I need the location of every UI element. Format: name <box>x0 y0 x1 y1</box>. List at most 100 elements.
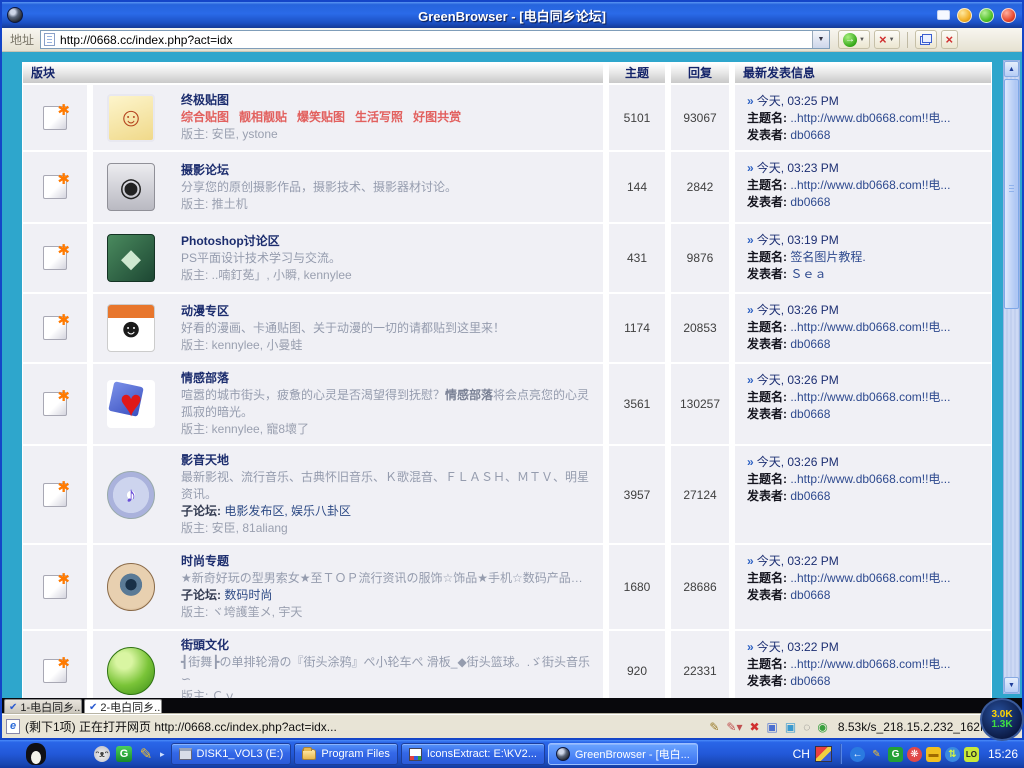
minimize-button[interactable] <box>957 8 972 23</box>
cartoon-character-icon[interactable]: ☻ <box>107 304 155 352</box>
stop-images-button[interactable]: × ▼ <box>874 30 900 49</box>
eye-photo-icon[interactable] <box>107 563 155 611</box>
pen-launcher-icon[interactable]: ✎ <box>138 746 154 762</box>
close-button[interactable] <box>1001 8 1016 23</box>
vertical-scrollbar[interactable]: ▲ ▼ <box>1003 60 1020 694</box>
latest-poster-link[interactable]: db0668 <box>790 588 830 602</box>
heart-icon[interactable]: ♥ <box>107 380 155 428</box>
latest-poster-link[interactable]: db0668 <box>790 674 830 688</box>
latest-arrow-icon[interactable]: » <box>747 303 754 317</box>
forum-title-link[interactable]: 情感部落 <box>181 370 597 387</box>
latest-topic-link[interactable]: ..http://www.db0668.com!!电... <box>790 178 950 192</box>
latest-topic-link[interactable]: ..http://www.db0668.com!!电... <box>790 472 950 486</box>
latest-topic-link[interactable]: ..http://www.db0668.com!!电... <box>790 320 950 334</box>
subforum-links[interactable]: 数码时尚 <box>224 588 272 602</box>
latest-poster-link[interactable]: db0668 <box>790 195 830 209</box>
stop-dropdown-icon[interactable]: ▼ <box>889 37 895 43</box>
address-url[interactable]: http://0668.cc/index.php?act=idx <box>60 33 232 47</box>
forum-sublink[interactable]: 综合贴图 <box>181 110 229 124</box>
latest-topic-link[interactable]: 签名图片教程. <box>790 250 865 264</box>
close-page-button[interactable]: × <box>941 30 959 49</box>
latest-arrow-icon[interactable]: » <box>747 94 754 108</box>
forum-title-link[interactable]: 时尚专题 <box>181 553 583 570</box>
santa-cartoon-icon[interactable]: ☺ <box>107 94 155 142</box>
moderator-names[interactable]: kennylee, 小曼蛙 <box>212 338 303 352</box>
tray-updown-icon[interactable]: ⇅ <box>945 747 960 762</box>
latest-arrow-icon[interactable]: » <box>747 640 754 654</box>
latest-topic-link[interactable]: ..http://www.db0668.com!!电... <box>790 111 950 125</box>
forum-sublink[interactable]: 靓相靓贴 <box>239 110 287 124</box>
new-window-icon[interactable]: ▣ <box>767 720 778 734</box>
hand-drag-icon[interactable]: ◌ <box>803 720 810 734</box>
download-window-icon[interactable]: ▣ <box>785 720 796 734</box>
scroll-down-icon[interactable]: ▼ <box>1004 677 1019 693</box>
net-speed-gauge[interactable]: 3.0K 1.3K <box>980 698 1024 741</box>
moderator-names[interactable]: Ｃｙ <box>212 689 236 698</box>
scroll-up-icon[interactable]: ▲ <box>1004 61 1019 77</box>
latest-arrow-icon[interactable]: » <box>747 455 754 469</box>
edit-icon[interactable]: ✎ <box>709 720 719 734</box>
latest-topic-link[interactable]: ..http://www.db0668.com!!电... <box>790 390 950 404</box>
music-cd-icon[interactable]: ♪ <box>107 471 155 519</box>
latest-topic-link[interactable]: ..http://www.db0668.com!!电... <box>790 571 950 585</box>
latest-arrow-icon[interactable]: » <box>747 554 754 568</box>
go-dropdown-icon[interactable]: ▼ <box>859 37 865 43</box>
scrollbar-thumb[interactable] <box>1004 79 1019 309</box>
latest-poster-link[interactable]: db0668 <box>790 407 830 421</box>
moderator-names[interactable]: 安臣, ystone <box>212 127 278 141</box>
latest-arrow-icon[interactable]: » <box>747 373 754 387</box>
start-penguin-icon[interactable] <box>26 743 46 765</box>
latest-poster-link[interactable]: db0668 <box>790 489 830 503</box>
titlebar-panel-button[interactable] <box>937 10 950 20</box>
latest-poster-link[interactable]: db0668 <box>790 337 830 351</box>
language-bar-icon[interactable] <box>815 746 832 762</box>
address-input[interactable]: http://0668.cc/index.php?act=idx ▼ <box>40 30 830 49</box>
latest-arrow-icon[interactable]: » <box>747 233 754 247</box>
browser-tab[interactable]: ✔2-电白同乡... <box>84 699 162 714</box>
latest-arrow-icon[interactable]: » <box>747 161 754 175</box>
taskbar-button[interactable]: IconsExtract: E:\KV2... <box>401 743 545 765</box>
taskbar-button[interactable]: DISK1_VOL3 (E:) <box>171 743 292 765</box>
cat-launcher-icon[interactable]: ᵔᴥᵔ <box>94 746 110 762</box>
stop-icon[interactable]: ✖ <box>749 720 759 734</box>
forum-sublink[interactable]: 生活写照 <box>355 110 403 124</box>
forum-title-link[interactable]: 影音天地 <box>181 452 597 469</box>
tray-greenbrowser-icon[interactable]: G <box>888 747 903 762</box>
green-slime-icon[interactable] <box>107 647 155 695</box>
forum-title-link[interactable]: 摄影论坛 <box>181 162 457 179</box>
camera-icon[interactable]: ◉ <box>107 163 155 211</box>
moderator-names[interactable]: 安臣, 81aliang <box>212 521 288 535</box>
greenbrowser-launcher-icon[interactable]: G <box>116 746 132 762</box>
address-dropdown-icon[interactable]: ▼ <box>812 31 829 48</box>
latest-topic-link[interactable]: ..http://www.db0668.com!!电... <box>790 657 950 671</box>
tray-lock-icon[interactable]: ▬ <box>926 747 941 762</box>
cascade-windows-button[interactable] <box>915 30 937 49</box>
forum-title-link[interactable]: 终极贴图 <box>181 92 471 109</box>
tray-lo-icon[interactable]: LO <box>964 747 979 762</box>
forum-title-link[interactable]: 动漫专区 <box>181 303 505 320</box>
forum-title-link[interactable]: Photoshop讨论区 <box>181 233 352 250</box>
browser-tab[interactable]: ✔1-电白同乡... <box>4 699 82 714</box>
subforum-links[interactable]: 电影发布区, 娱乐八卦区 <box>224 504 351 518</box>
latest-poster-link[interactable]: Ｓｅａ <box>790 267 826 281</box>
moderator-names[interactable]: 推土机 <box>212 197 248 211</box>
forum-sublink[interactable]: 好图共赏 <box>413 110 461 124</box>
taskbar-button[interactable]: GreenBrowser - [电白... <box>548 743 698 765</box>
proxy-globe-icon[interactable]: ◉ <box>817 720 827 734</box>
forum-title-link[interactable]: 街頭文化 <box>181 637 597 654</box>
highlighter-dropdown-icon[interactable]: ✎▾ <box>726 720 742 734</box>
tray-qq-icon[interactable]: ❋ <box>907 747 922 762</box>
tray-pen-icon[interactable]: ✎ <box>869 747 884 762</box>
latest-poster-link[interactable]: db0668 <box>790 128 830 142</box>
moderator-names[interactable]: ..喃釘莬」, 小瞬, kennylee <box>212 268 352 282</box>
tray-browser-icon[interactable]: ← <box>850 747 865 762</box>
moderator-names[interactable]: kennylee, 寵8壞了 <box>212 422 309 436</box>
language-indicator[interactable]: CH <box>793 747 810 761</box>
forum-sublink[interactable]: 爆笑贴图 <box>297 110 345 124</box>
quicklaunch-overflow-icon[interactable]: ▸ <box>160 749 165 760</box>
photoshop-artwork-icon[interactable]: ◆ <box>107 234 155 282</box>
go-button[interactable]: → ▼ <box>838 30 870 49</box>
maximize-button[interactable] <box>979 8 994 23</box>
moderator-names[interactable]: ヾ垮護筀メ, 宇天 <box>212 605 303 619</box>
taskbar-button[interactable]: Program Files <box>294 743 397 765</box>
